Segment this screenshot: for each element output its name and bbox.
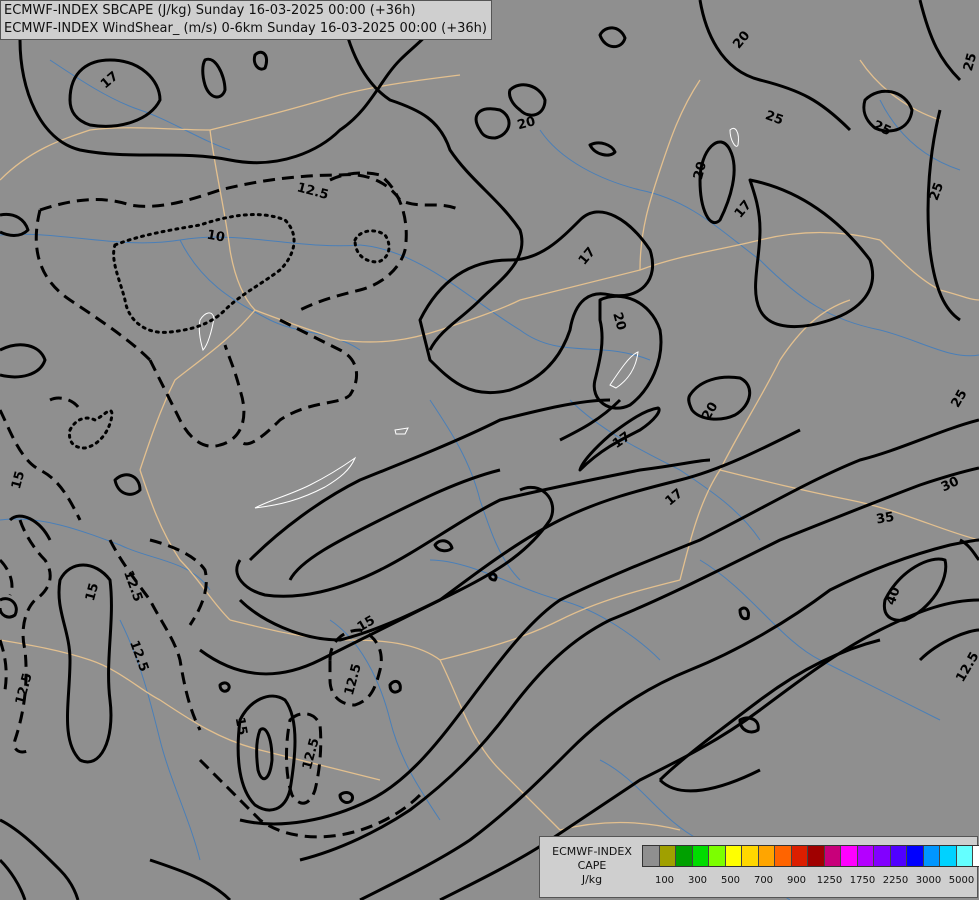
legend-swatch xyxy=(659,846,676,866)
legend-color-scale xyxy=(642,845,979,867)
legend-swatch xyxy=(742,846,759,866)
legend-swatch xyxy=(890,846,907,866)
legend-tick-label: 900 xyxy=(786,875,807,886)
legend-swatch xyxy=(841,846,858,866)
legend-tick-label: 1750 xyxy=(849,875,876,886)
contour-label: 10 xyxy=(206,228,226,246)
legend-tick-label: 100 xyxy=(654,875,675,886)
legend-title-variable: CAPE xyxy=(577,859,607,872)
legend-tick-label: 700 xyxy=(753,875,774,886)
legend-swatch xyxy=(824,846,841,866)
legend-swatch xyxy=(643,846,660,866)
legend-swatch xyxy=(907,846,924,866)
legend-swatch xyxy=(692,846,709,866)
legend-swatch xyxy=(709,846,726,866)
legend-swatch xyxy=(973,846,979,866)
legend-title: ECMWF-INDEX CAPE J/kg xyxy=(544,845,640,887)
legend-tick-label: 300 xyxy=(687,875,708,886)
legend-tick-label: 3000 xyxy=(915,875,942,886)
legend-swatch xyxy=(775,846,792,866)
legend-swatch xyxy=(758,846,775,866)
legend-swatch xyxy=(857,846,874,866)
legend-title-source: ECMWF-INDEX xyxy=(552,845,632,858)
legend-swatch xyxy=(676,846,693,866)
legend-swatch xyxy=(725,846,742,866)
legend-swatch xyxy=(923,846,940,866)
legend-swatch xyxy=(956,846,973,866)
legend-swatch xyxy=(940,846,957,866)
legend-swatch xyxy=(874,846,891,866)
legend-swatch xyxy=(791,846,808,866)
header-title-windshear: ECMWF-INDEX WindShear_ (m/s) 0-6km Sunda… xyxy=(4,21,487,36)
legend-tick-labels: 100 300 500 700 900 1250 1750 2250 3000 5000 xyxy=(642,875,975,889)
legend-tick-label: 1250 xyxy=(816,875,843,886)
header-title-cape: ECMWF-INDEX SBCAPE (J/kg) Sunday 16-03-2… xyxy=(4,3,416,18)
legend-tick-label: 2250 xyxy=(882,875,909,886)
weather-map: 17 20 20 25 25 25 12.5 10 17 20 20 17 20… xyxy=(0,0,979,900)
cape-legend: ECMWF-INDEX CAPE J/kg 100 300 500 700 900 125… xyxy=(539,836,979,898)
chart-header: ECMWF-INDEX SBCAPE (J/kg) Sunday 16-03-2… xyxy=(0,0,492,40)
legend-title-units: J/kg xyxy=(581,873,603,886)
legend-tick-label: 500 xyxy=(720,875,741,886)
legend-swatch xyxy=(808,846,825,866)
legend-tick-label: 5000 xyxy=(948,875,975,886)
contour-label: 15 xyxy=(232,716,250,736)
contour-label: 35 xyxy=(875,510,895,528)
